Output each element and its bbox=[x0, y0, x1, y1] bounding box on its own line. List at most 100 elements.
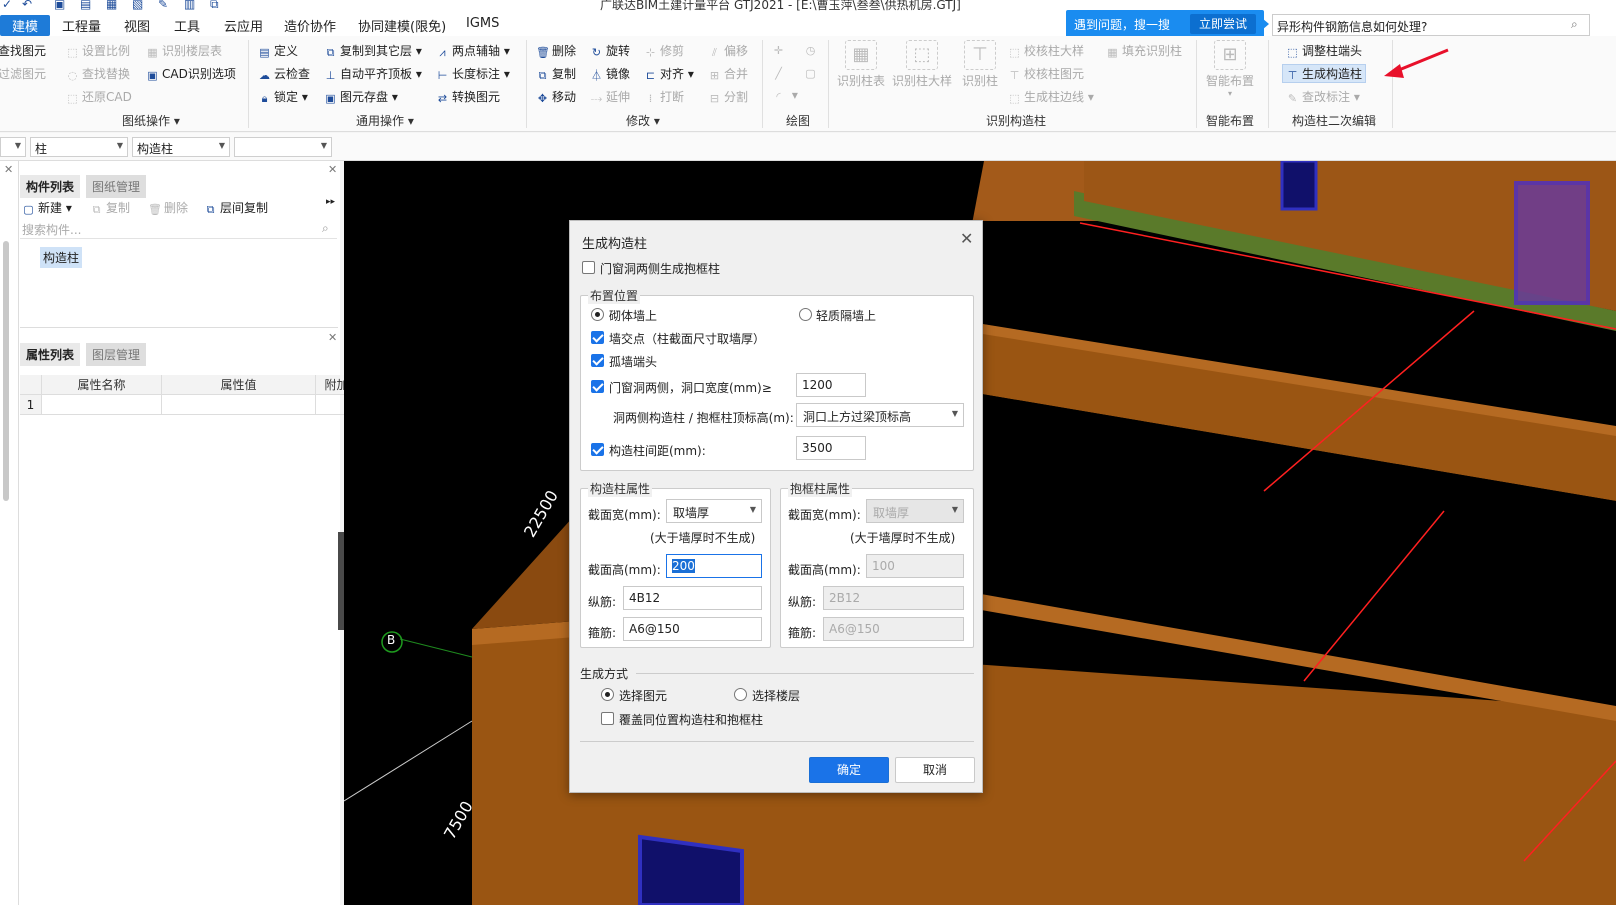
identify-floor-table-button[interactable]: ▦ 识别楼层表 bbox=[146, 42, 222, 59]
gen-column-edge-button[interactable]: ⬚ 生成柱边线 ▾ bbox=[1008, 88, 1094, 105]
copy-component-button[interactable]: ⧉ 复制 bbox=[90, 199, 130, 216]
identify-column-button[interactable]: ⊤ 识别柱 bbox=[960, 40, 1000, 89]
frame-width-select[interactable]: 取墙厚 ▼ bbox=[866, 499, 964, 523]
filter-element-button[interactable]: 过滤图元 bbox=[0, 65, 46, 82]
category-select[interactable]: 柱 ▼ bbox=[30, 137, 128, 157]
find-element-button[interactable]: 查找图元 bbox=[0, 42, 46, 59]
tab-drawing-management[interactable]: 图纸管理 bbox=[86, 175, 147, 198]
tab-component-list[interactable]: 构件列表 bbox=[20, 175, 81, 198]
quick-access-icon[interactable]: ▦ bbox=[106, 0, 117, 11]
column-width-select[interactable]: 取墙厚 ▼ bbox=[666, 499, 762, 523]
quick-access-icon[interactable]: ▤ bbox=[80, 0, 91, 11]
top-elevation-select[interactable]: 洞口上方过梁顶标高 ▼ bbox=[796, 403, 964, 427]
save-element-button[interactable]: ▣ 图元存盘 ▾ bbox=[324, 88, 398, 105]
select-element-radio[interactable] bbox=[601, 688, 614, 701]
component-search-input[interactable]: 搜索构件... ⌕ bbox=[20, 221, 337, 239]
select-floor-radio[interactable] bbox=[734, 688, 747, 701]
column-spacing-checkbox[interactable] bbox=[591, 443, 604, 456]
smart-layout-button[interactable]: ⊞ 智能布置 ▾ bbox=[1202, 40, 1258, 98]
two-point-axis-button[interactable]: ⩘ 两点辅轴 ▾ bbox=[436, 42, 509, 59]
menu-modeling[interactable]: 建模 bbox=[0, 15, 51, 36]
merge-button[interactable]: ⊞ 合并 bbox=[708, 65, 748, 82]
cloud-check-button[interactable]: ☁ 云检查 bbox=[258, 65, 310, 82]
check-column-detail-button[interactable]: ⬚ 校核柱大样 bbox=[1008, 42, 1084, 59]
draw-circle-button[interactable]: ◷ bbox=[804, 42, 820, 57]
fill-identify-column-button[interactable]: ▦ 填充识别柱 bbox=[1106, 42, 1182, 59]
draw-point-button[interactable]: ✛ bbox=[772, 42, 788, 57]
ok-button[interactable]: 确定 bbox=[809, 757, 889, 783]
lock-button[interactable]: 🔒︎ 锁定 ▾ bbox=[258, 88, 308, 105]
mirror-button[interactable]: ⏃ 镜像 bbox=[590, 65, 630, 82]
trim-button[interactable]: ⊹ 修剪 bbox=[644, 42, 684, 59]
component-item[interactable]: 构造柱 bbox=[40, 247, 83, 268]
column-rebar-input[interactable]: 4B12 bbox=[623, 586, 762, 610]
column-spacing-input[interactable]: 3500 bbox=[796, 436, 866, 460]
identify-column-detail-button[interactable]: ⬚ 识别柱大样 bbox=[890, 40, 954, 89]
find-replace-button[interactable]: ◌ 查找替换 bbox=[66, 65, 130, 82]
table-cell[interactable] bbox=[162, 395, 316, 415]
copy-to-floor-button[interactable]: ⧉ 复制到其它层 ▾ bbox=[324, 42, 422, 59]
cancel-button[interactable]: 取消 bbox=[895, 757, 975, 783]
modify-annotation-button[interactable]: ✎ 查改标注 ▾ bbox=[1286, 88, 1360, 105]
close-icon[interactable]: ✕ bbox=[4, 163, 13, 176]
delete-button[interactable]: 🗑︎ 删除 bbox=[536, 42, 576, 59]
floor-select[interactable]: ▼ bbox=[0, 137, 26, 157]
try-now-button[interactable]: 立即尝试 bbox=[1190, 14, 1256, 34]
frame-stirrup-input[interactable]: A6@150 bbox=[823, 617, 964, 641]
search-icon[interactable]: ⌕ bbox=[1571, 17, 1578, 32]
undo-icon[interactable]: ↶ bbox=[22, 0, 32, 11]
delete-component-button[interactable]: 🗑︎ 删除 bbox=[148, 199, 188, 216]
masonry-wall-radio[interactable] bbox=[591, 308, 604, 321]
cad-options-button[interactable]: ▣ CAD识别选项 bbox=[146, 65, 236, 82]
tab-layer-management[interactable]: 图层管理 bbox=[86, 343, 147, 366]
group-label-modify[interactable]: 修改 ▾ bbox=[626, 112, 660, 129]
door-window-frame-checkbox[interactable] bbox=[582, 261, 595, 274]
quick-access-icon[interactable]: ✓ bbox=[2, 0, 12, 11]
draw-rect-button[interactable]: ▢ bbox=[804, 65, 820, 80]
define-button[interactable]: ▤ 定义 bbox=[258, 42, 298, 59]
set-scale-button[interactable]: ⬚ 设置比例 bbox=[66, 42, 130, 59]
draw-arc-button[interactable]: ◜ ▾ bbox=[772, 88, 797, 103]
break-button[interactable]: ⁞ 打断 bbox=[644, 88, 684, 105]
menu-cost-collab[interactable]: 造价协作 bbox=[284, 16, 336, 35]
auto-align-slab-button[interactable]: ⊥ 自动平齐顶板 ▾ bbox=[324, 65, 422, 82]
frame-rebar-input[interactable]: 2B12 bbox=[823, 586, 964, 610]
floor-copy-button[interactable]: ⧉ 层间复制 bbox=[204, 199, 268, 216]
group-label-drawing-ops[interactable]: 图纸操作 ▾ bbox=[122, 112, 180, 129]
quick-access-icon[interactable]: ▣ bbox=[54, 0, 65, 11]
quick-access-icon[interactable]: ⧉ bbox=[210, 0, 219, 12]
column-stirrup-input[interactable]: A6@150 bbox=[623, 617, 762, 641]
menu-collab-modeling[interactable]: 协同建模(限免) bbox=[358, 16, 446, 35]
tab-property-list[interactable]: 属性列表 bbox=[20, 343, 81, 366]
table-cell[interactable] bbox=[42, 395, 162, 415]
frame-height-input[interactable]: 100 bbox=[866, 554, 964, 578]
light-partition-radio[interactable] bbox=[799, 308, 812, 321]
draw-line-button[interactable]: ╱ bbox=[772, 65, 788, 80]
offset-button[interactable]: ⫽ 偏移 bbox=[708, 42, 748, 59]
component-select[interactable]: ▼ bbox=[234, 137, 332, 157]
search-icon[interactable]: ⌕ bbox=[322, 221, 329, 236]
close-icon[interactable]: ✕ bbox=[328, 331, 337, 344]
group-label-general-ops[interactable]: 通用操作 ▾ bbox=[356, 112, 414, 129]
split-button[interactable]: ⊟ 分割 bbox=[708, 88, 748, 105]
menu-cloud[interactable]: 云应用 bbox=[224, 16, 263, 35]
component-type-select[interactable]: 构造柱 ▼ bbox=[132, 137, 230, 157]
adjust-column-end-button[interactable]: ⬚ 调整柱端头 bbox=[1286, 42, 1362, 59]
help-search-input[interactable]: 异形构件钢筋信息如何处理? ⌕ bbox=[1272, 14, 1590, 36]
more-icon[interactable]: ▸▸ bbox=[326, 197, 335, 207]
wall-intersection-checkbox[interactable] bbox=[591, 331, 604, 344]
copy-button[interactable]: ⧉ 复制 bbox=[536, 65, 576, 82]
left-scrollbar[interactable] bbox=[3, 241, 9, 501]
quick-access-icon[interactable]: ▥ bbox=[184, 0, 195, 11]
menu-tools[interactable]: 工具 bbox=[174, 16, 200, 35]
menu-igms[interactable]: IGMS bbox=[466, 16, 499, 31]
close-icon[interactable]: ✕ bbox=[328, 163, 337, 176]
check-column-element-button[interactable]: ⊤ 校核柱图元 bbox=[1008, 65, 1084, 82]
menu-quantity[interactable]: 工程量 bbox=[62, 16, 101, 35]
move-button[interactable]: ✥ 移动 bbox=[536, 88, 576, 105]
generate-constructional-column-button[interactable]: ⊤ 生成构造柱 bbox=[1282, 64, 1367, 83]
quick-access-icon[interactable]: ✎ bbox=[158, 0, 168, 11]
extend-button[interactable]: ⤏ 延伸 bbox=[590, 88, 630, 105]
isolated-wall-end-checkbox[interactable] bbox=[591, 354, 604, 367]
close-icon[interactable]: ✕ bbox=[960, 229, 973, 248]
